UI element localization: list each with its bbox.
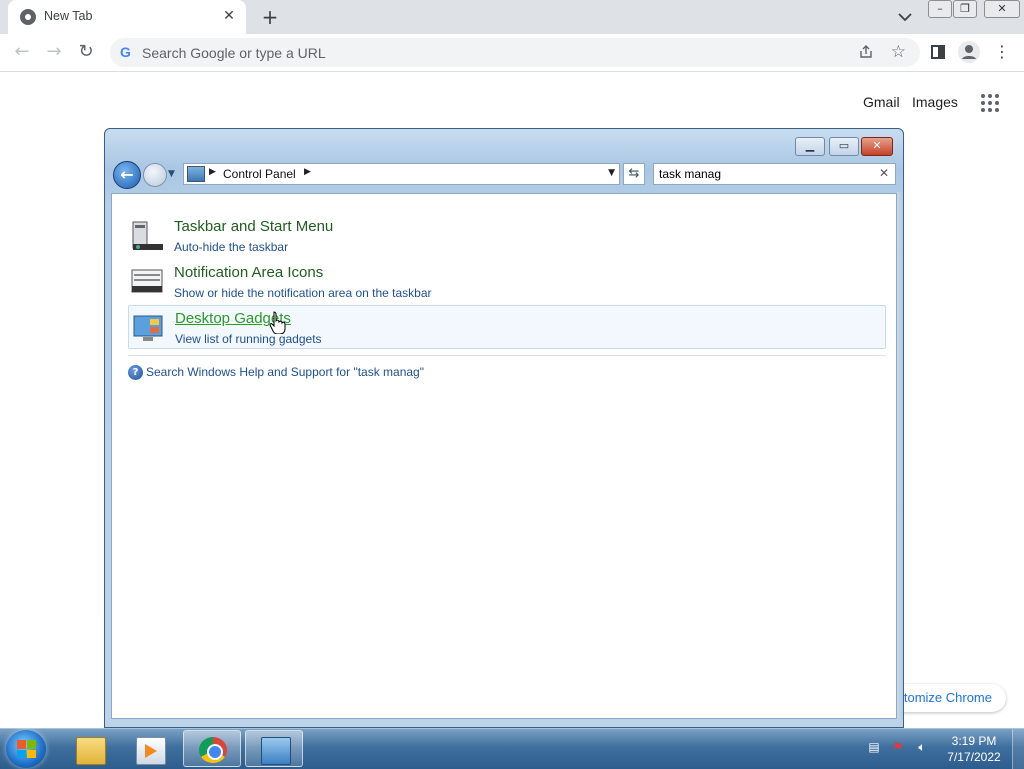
back-icon[interactable]: ← <box>10 40 34 64</box>
clock-date: 7/17/2022 <box>947 750 1001 764</box>
close-icon[interactable]: ✕ <box>861 137 893 156</box>
google-apps-icon[interactable] <box>981 94 999 112</box>
tab-close-icon[interactable]: ✕ <box>220 7 238 25</box>
bookmark-star-icon[interactable]: ☆ <box>891 42 906 62</box>
address-dropdown-icon[interactable]: ▼ <box>608 168 615 178</box>
browser-toolbar: ← → ↻ G Search Google or type a URL ☆ ⋮ <box>0 34 1024 72</box>
result-subtitle[interactable]: View list of running gadgets <box>175 332 322 346</box>
gadgets-icon <box>133 315 163 341</box>
windows-taskbar: ▤ ⚑ 🔈︎ 3:19 PM 7/17/2022 <box>0 728 1024 769</box>
refresh-icon[interactable]: ⇆ <box>623 163 645 185</box>
omnibox[interactable]: G Search Google or type a URL ☆ <box>110 38 920 67</box>
result-desktop-gadgets[interactable]: Desktop Gadgets View list of running gad… <box>128 305 886 349</box>
show-desktop-button[interactable] <box>1012 729 1024 769</box>
control-panel-window: ▁ ▭ ✕ ← ▼ ▶ Control Panel ▶ ▼ ⇆ task man… <box>104 128 904 728</box>
tab-title: New Tab <box>44 9 93 23</box>
control-panel-icon <box>261 737 291 765</box>
taskbar-icon <box>132 221 163 250</box>
result-title[interactable]: Taskbar and Start Menu <box>174 218 333 235</box>
menu-kebab-icon[interactable]: ⋮ <box>990 40 1014 64</box>
window-right-edge <box>897 192 903 720</box>
clear-search-icon[interactable]: ✕ <box>879 166 889 180</box>
tab-strip: New Tab ✕ + – ❐ ✕ <box>0 0 1024 34</box>
share-icon[interactable] <box>858 44 874 60</box>
google-g-icon: G <box>120 44 131 60</box>
restore-icon[interactable]: ❐ <box>953 0 977 18</box>
new-tab-button[interactable]: + <box>258 5 282 29</box>
recent-pages-chevron-icon[interactable]: ▼ <box>168 169 175 179</box>
taskbar-control-panel[interactable] <box>245 730 303 767</box>
search-results-pane: Taskbar and Start Menu Auto-hide the tas… <box>111 193 897 719</box>
breadcrumb-arrow-icon[interactable]: ▶ <box>304 167 311 177</box>
result-subtitle[interactable]: Show or hide the notification area on th… <box>174 286 432 300</box>
maximize-icon[interactable]: ▭ <box>829 137 859 156</box>
search-input-value: task manag <box>659 167 722 181</box>
breadcrumb-arrow-icon[interactable]: ▶ <box>209 167 216 177</box>
side-panel-icon[interactable] <box>926 40 950 64</box>
forward-icon[interactable]: → <box>42 40 66 64</box>
start-button[interactable] <box>6 730 46 768</box>
result-taskbar-start-menu[interactable]: Taskbar and Start Menu Auto-hide the tas… <box>128 214 886 258</box>
gmail-link[interactable]: Gmail <box>863 94 900 110</box>
taskbar-explorer[interactable] <box>60 730 120 769</box>
breadcrumb-control-panel[interactable]: Control Panel <box>223 167 296 181</box>
hand-cursor-icon <box>269 311 286 334</box>
result-notification-area-icons[interactable]: Notification Area Icons Show or hide the… <box>128 260 886 304</box>
action-center-flag-icon[interactable]: ⚑ <box>890 739 906 755</box>
notification-area-icon <box>131 269 163 293</box>
address-bar[interactable]: ▶ Control Panel ▶ ▼ <box>183 163 620 185</box>
forward-arrow-icon[interactable] <box>143 163 167 187</box>
taskbar-chrome[interactable] <box>183 730 241 767</box>
result-title[interactable]: Notification Area Icons <box>174 264 323 281</box>
control-panel-small-icon <box>187 166 205 182</box>
help-icon: ? <box>128 365 143 380</box>
volume-icon[interactable]: 🔈︎ <box>914 739 930 755</box>
tab-new-tab[interactable]: New Tab ✕ <box>8 0 246 34</box>
minimize-icon[interactable]: – <box>928 0 952 18</box>
back-arrow-icon[interactable]: ← <box>113 161 141 189</box>
help-link-text[interactable]: Search Windows Help and Support for "tas… <box>146 365 424 379</box>
result-subtitle[interactable]: Auto-hide the taskbar <box>174 240 288 254</box>
tab-search-icon[interactable] <box>896 9 914 25</box>
divider <box>128 355 886 356</box>
taskbar-media-player[interactable] <box>120 730 180 769</box>
profile-avatar-icon[interactable] <box>958 41 980 63</box>
windows-logo-icon <box>17 740 36 758</box>
close-icon[interactable]: ✕ <box>984 0 1020 18</box>
system-clock[interactable]: 3:19 PM 7/17/2022 <box>940 733 1008 765</box>
chrome-icon <box>199 737 227 763</box>
control-panel-search-input[interactable]: task manag ✕ <box>653 163 896 185</box>
clock-time: 3:19 PM <box>951 734 997 748</box>
media-player-icon <box>136 737 166 765</box>
network-icon[interactable]: ▤ <box>866 739 882 755</box>
folder-icon <box>76 737 106 765</box>
images-link[interactable]: Images <box>912 94 958 110</box>
minimize-icon[interactable]: ▁ <box>795 137 825 156</box>
chrome-logo-icon <box>20 9 36 25</box>
omnibox-placeholder: Search Google or type a URL <box>142 45 326 61</box>
reload-icon[interactable]: ↻ <box>74 40 98 64</box>
